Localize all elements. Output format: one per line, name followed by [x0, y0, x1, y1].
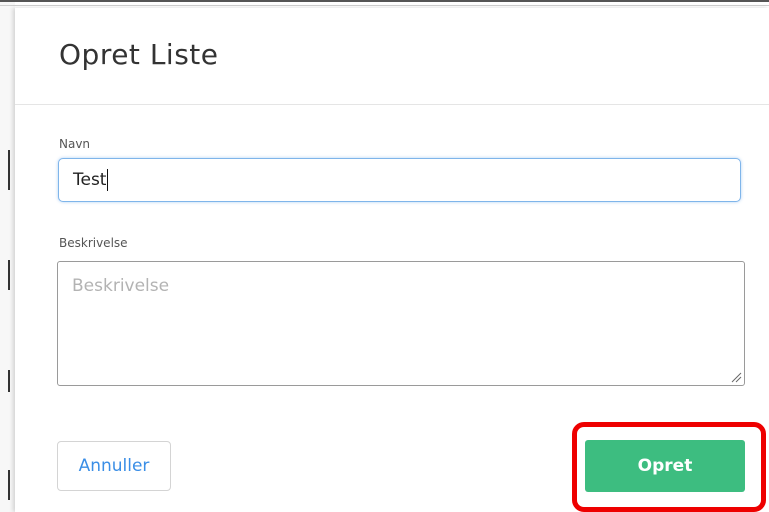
- name-input-value: Test: [73, 170, 107, 190]
- cancel-button[interactable]: Annuller: [57, 441, 171, 491]
- name-input[interactable]: Test: [58, 158, 741, 202]
- description-label: Beskrivelse: [59, 236, 128, 250]
- name-label: Navn: [59, 137, 91, 151]
- background-mark: [8, 470, 10, 500]
- background-page-strip: [0, 0, 15, 512]
- dialog-header: Opret Liste: [15, 8, 769, 105]
- text-caret: [107, 169, 109, 191]
- create-button[interactable]: Opret: [585, 440, 745, 492]
- background-mark: [8, 370, 10, 392]
- window-top-divider: [0, 5, 769, 6]
- description-placeholder: Beskrivelse: [72, 276, 170, 296]
- description-textarea[interactable]: Beskrivelse: [57, 261, 745, 386]
- resize-handle-icon[interactable]: [730, 371, 742, 383]
- dialog-title: Opret Liste: [59, 38, 219, 71]
- background-mark: [8, 150, 10, 190]
- create-list-dialog: Opret Liste Navn Test Beskrivelse Beskri…: [15, 8, 769, 512]
- window-top-border: [0, 0, 769, 2]
- background-mark: [8, 260, 10, 290]
